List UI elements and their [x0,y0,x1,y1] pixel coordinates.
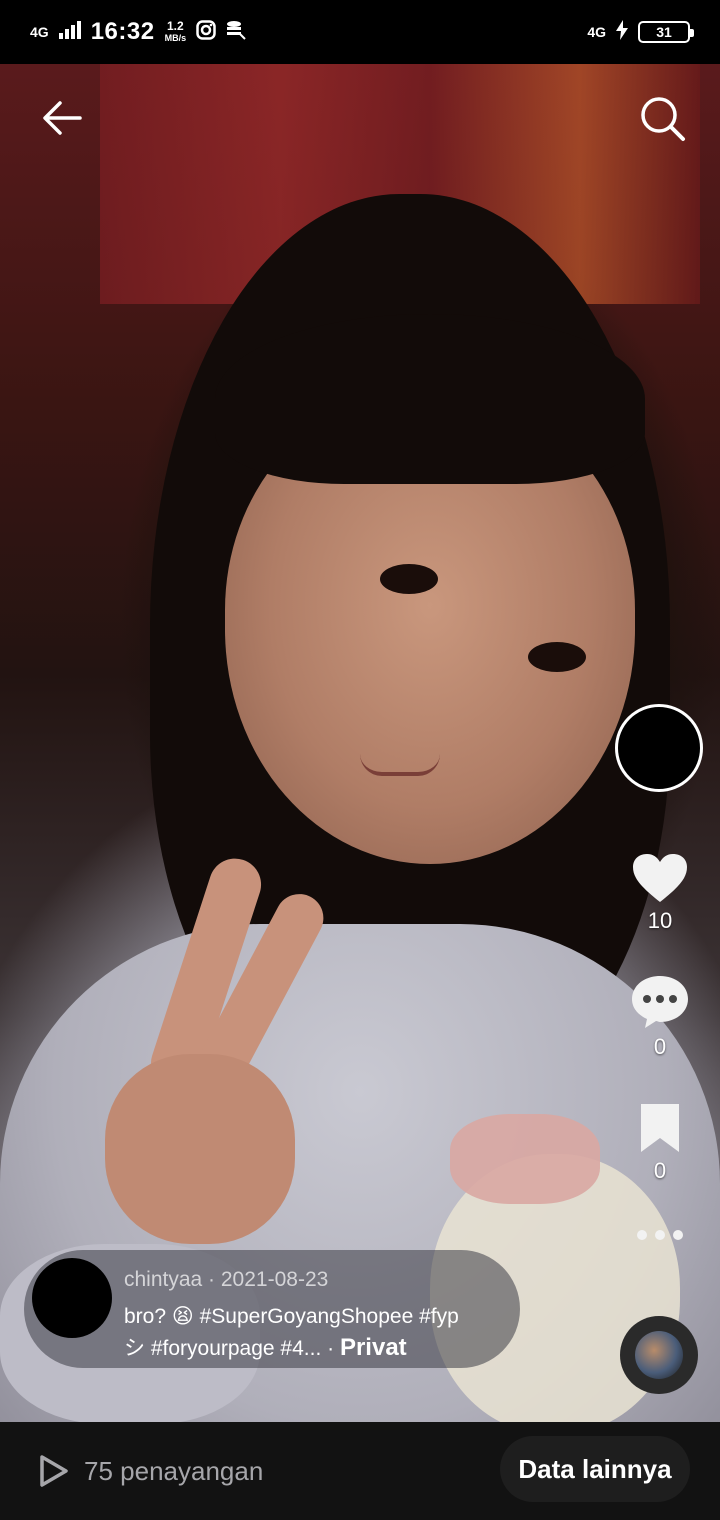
music-disc-button[interactable] [620,1316,698,1394]
caption-author-date[interactable]: chintyaa · 2021-08-23 [124,1268,328,1292]
creator-avatar-button[interactable] [615,704,703,792]
photo-bangs [215,314,645,484]
privacy-label[interactable]: Privat [340,1334,407,1361]
photo-shirt-bow [450,1114,600,1204]
charging-icon [616,19,628,45]
photo-palm [105,1054,295,1244]
back-button[interactable] [36,92,88,144]
more-horizontal-icon [637,1230,683,1240]
play-outline-icon [40,1455,68,1487]
video-player[interactable] [0,64,720,1422]
comment-button[interactable]: 0 [610,974,710,1060]
clock: 16:32 [90,18,155,45]
bottom-bar: 75 penayangan Data lainnya [0,1422,720,1520]
caption-text-line2: シ #foryourpage #4... · Privat [124,1332,407,1362]
more-data-button[interactable]: Data lainnya [500,1436,690,1502]
storage-icon [226,20,246,45]
view-count: 75 penayangan [38,1454,263,1488]
heart-icon [633,854,687,902]
photo-mouth [360,754,440,776]
status-right: 4G 31 [587,19,694,45]
net-speed: 1.2 MB/s [164,18,187,44]
like-button[interactable]: 10 [610,852,710,934]
photo-peace-hand [95,851,332,1274]
view-count-label: 75 penayangan [84,1455,264,1486]
signal-bars-icon [58,20,81,44]
net-speed-value: 1.2 [166,18,184,33]
bookmark-count: 0 [653,1158,667,1183]
signal-left-label: 4G [30,24,49,40]
battery-indicator: 31 [638,21,694,43]
photo-eye-right [528,642,586,672]
caption-avatar[interactable] [32,1258,112,1338]
caption-text-line2-content: シ #foryourpage #4... · [124,1337,340,1360]
signal-right-label: 4G [587,24,606,40]
caption-panel[interactable]: chintyaa · 2021-08-23 bro? 😫 #SuperGoyan… [24,1250,520,1368]
photo-eye-left [380,564,438,594]
music-disc-cover [635,1331,683,1379]
like-count: 10 [647,908,673,933]
battery-level: 31 [656,24,672,40]
net-speed-unit: MB/s [164,32,187,43]
search-button[interactable] [636,92,688,144]
instagram-icon [196,19,216,45]
search-icon [641,97,685,141]
bookmark-button[interactable]: 0 [610,1102,710,1184]
comment-count: 0 [653,1034,667,1059]
status-bar: 4G 16:32 1.2 MB/s 4G 31 [0,0,720,64]
status-left: 4G 16:32 1.2 MB/s [30,18,246,46]
caption-text-line1: bro? 😫 #SuperGoyangShopee #fyp [124,1305,459,1328]
more-options-button[interactable] [610,1228,710,1242]
arrow-left-icon [43,101,82,135]
comment-bubble-icon [632,976,688,1028]
more-data-label: Data lainnya [518,1453,672,1484]
bookmark-icon [641,1104,679,1152]
